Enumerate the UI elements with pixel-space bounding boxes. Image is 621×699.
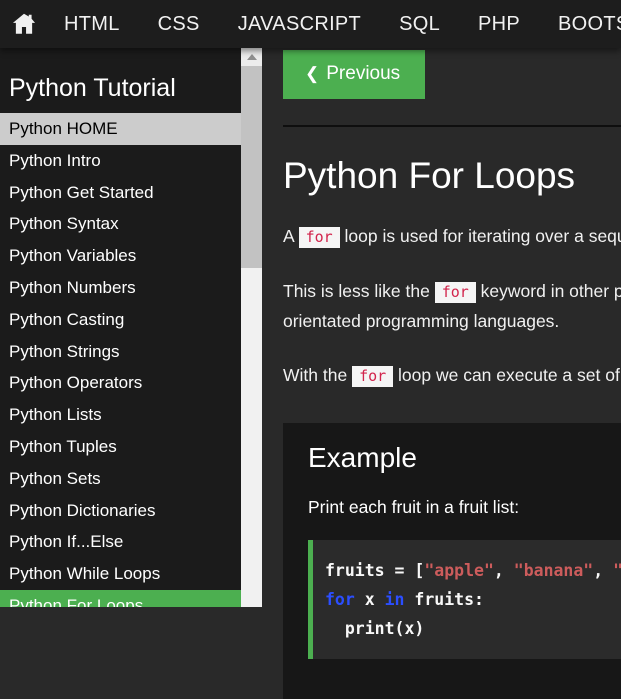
- code-token-plain: fruits = [: [325, 561, 425, 580]
- nav-items: HTMLCSSJAVASCRIPTSQLPHPBOOTSTRAP: [45, 0, 621, 48]
- sidebar-scrollbar-track[interactable]: [241, 48, 262, 607]
- inline-code: for: [352, 366, 394, 387]
- nav-item-html[interactable]: HTML: [45, 0, 139, 48]
- intro-paragraphs: A for loop is used for iterating over a …: [283, 222, 621, 391]
- nav-item-css[interactable]: CSS: [139, 0, 219, 48]
- code-token-string: "apple": [424, 561, 494, 580]
- sidebar-item-python-get-started[interactable]: Python Get Started: [0, 177, 241, 209]
- sidebar-item-python-strings[interactable]: Python Strings: [0, 336, 241, 368]
- code-line: fruits = ["apple", "banana", "cherry"]: [325, 556, 621, 585]
- sidebar-item-python-numbers[interactable]: Python Numbers: [0, 272, 241, 304]
- sidebar-item-python-syntax[interactable]: Python Syntax: [0, 208, 241, 240]
- code-block: fruits = ["apple", "banana", "cherry"]fo…: [308, 540, 621, 659]
- sidebar-item-python-variables[interactable]: Python Variables: [0, 240, 241, 272]
- paragraph-line: This is less like the for keyword in oth…: [283, 281, 621, 303]
- code-token-plain: ,: [593, 561, 614, 580]
- sidebar-item-python-dictionaries[interactable]: Python Dictionaries: [0, 495, 241, 527]
- code-line: for x in fruits:: [325, 585, 621, 614]
- sidebar-item-python-lists[interactable]: Python Lists: [0, 399, 241, 431]
- sidebar-item-python-while-loops[interactable]: Python While Loops: [0, 558, 241, 590]
- sidebar-item-python-if-else[interactable]: Python If...Else: [0, 526, 241, 558]
- home-button[interactable]: [11, 0, 37, 48]
- main-content: ❮ Previous Python For Loops A for loop is…: [262, 48, 621, 699]
- code-token-string: "cherry": [613, 561, 621, 580]
- code-token-plain: print(x): [325, 619, 425, 638]
- code-token-keyword: in: [384, 590, 405, 609]
- sidebar-item-python-intro[interactable]: Python Intro: [0, 145, 241, 177]
- paragraph-line: A for loop is used for iterating over a …: [283, 226, 621, 248]
- sidebar-item-python-operators[interactable]: Python Operators: [0, 367, 241, 399]
- paragraph: This is less like the for keyword in oth…: [283, 277, 621, 336]
- paragraph: With the for loop we can execute a set o…: [283, 361, 621, 391]
- code-token-plain: x: [354, 590, 385, 609]
- code-token-plain: ,: [493, 561, 514, 580]
- example-title: Example: [308, 442, 417, 473]
- previous-button[interactable]: ❮ Previous: [283, 50, 426, 99]
- previous-button-label: Previous: [326, 63, 401, 84]
- scrollbar-thumb[interactable]: [241, 66, 262, 268]
- scroll-up-arrow-icon: [246, 54, 257, 60]
- example-panel: Example Print each fruit in a fruit list…: [283, 423, 621, 699]
- nav-item-javascript[interactable]: JAVASCRIPT: [219, 0, 380, 48]
- sidebar-title: Python Tutorial: [9, 74, 176, 102]
- paragraph: A for loop is used for iterating over a …: [283, 222, 621, 252]
- example-description: Print each fruit in a fruit list:: [308, 497, 520, 517]
- code-token-string: "banana": [513, 561, 594, 580]
- code-line: print(x): [325, 614, 621, 643]
- chevron-left-icon: ❮: [305, 64, 320, 83]
- nav-item-sql[interactable]: SQL: [380, 0, 459, 48]
- code-token-keyword: for: [325, 590, 355, 609]
- divider: [283, 125, 621, 127]
- inline-code: for: [298, 227, 340, 248]
- paragraph-line: orientated programming languages.: [283, 311, 560, 331]
- inline-code: for: [434, 282, 476, 303]
- page-title: Python For Loops: [283, 155, 576, 196]
- sidebar-menu: Python HOME Python Intro Python Get Starte…: [0, 113, 241, 607]
- paragraph-line: With the for loop we can execute a set o…: [283, 365, 621, 387]
- home-icon: [11, 11, 37, 37]
- sidebar-item-python-home[interactable]: Python HOME: [0, 113, 241, 145]
- nav-item-bootstrap[interactable]: BOOTSTRAP: [539, 0, 621, 48]
- sidebar-item-python-sets[interactable]: Python Sets: [0, 463, 241, 495]
- nav-item-php[interactable]: PHP: [459, 0, 539, 48]
- sidebar-item-python-tuples[interactable]: Python Tuples: [0, 431, 241, 463]
- sidebar-item-python-for-loops[interactable]: Python For Loops: [0, 589, 241, 607]
- top-navbar: HTMLCSSJAVASCRIPTSQLPHPBOOTSTRAP: [0, 0, 621, 48]
- sidebar: Python Tutorial Python HOME Python Intro P…: [0, 48, 241, 607]
- scrollbar-up-button[interactable]: [241, 48, 262, 66]
- sidebar-item-python-casting[interactable]: Python Casting: [0, 304, 241, 336]
- code-token-plain: fruits:: [404, 590, 484, 609]
